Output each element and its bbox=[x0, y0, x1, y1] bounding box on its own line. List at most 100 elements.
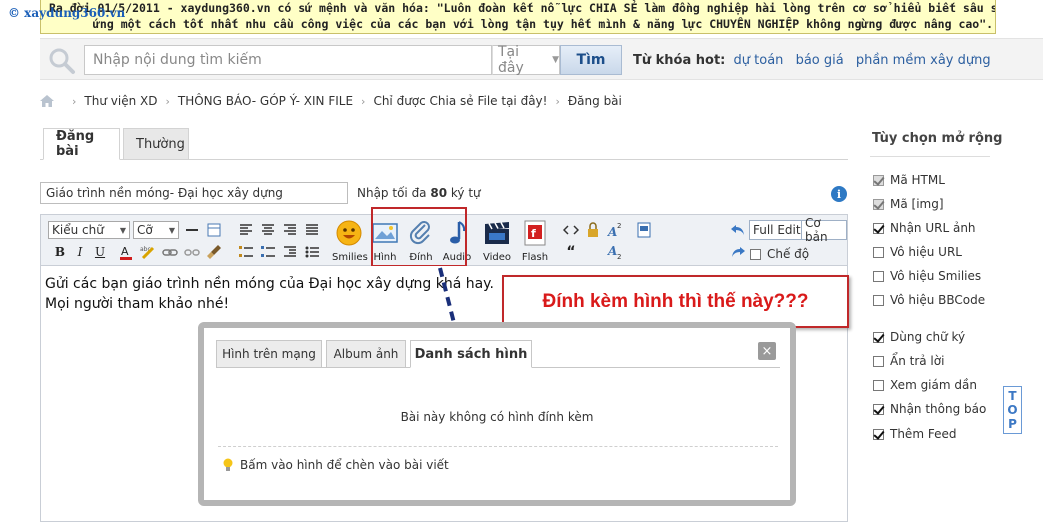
lightbulb-icon bbox=[223, 458, 233, 471]
table-icon[interactable] bbox=[205, 221, 223, 239]
back-to-top-button[interactable]: T O P bbox=[1003, 386, 1022, 434]
option-checkbox[interactable] bbox=[873, 403, 884, 415]
tab-post[interactable]: Đăng bài bbox=[43, 128, 120, 160]
hot-keyword-link[interactable]: dự toán bbox=[734, 53, 784, 68]
flash-icon: f bbox=[524, 220, 546, 246]
basic-button[interactable]: Cơ bản bbox=[801, 216, 847, 244]
tab-normal[interactable]: Thường bbox=[123, 128, 189, 160]
subscript-icon[interactable]: A2 bbox=[606, 243, 624, 261]
mode-checkbox[interactable] bbox=[750, 248, 761, 260]
announcement-banner: Ra đời 01/5/2011 - xaydung360.vn có sứ m… bbox=[40, 0, 996, 34]
option-hide-replies[interactable]: Ẩn trả lời bbox=[873, 354, 944, 368]
annotation-callout: Đính kèm hình thì thế này??? bbox=[502, 275, 849, 328]
option-html[interactable]: Mã HTML bbox=[873, 173, 945, 187]
option-label: Mã HTML bbox=[890, 173, 945, 187]
spellcheck-icon[interactable]: abc bbox=[139, 243, 157, 261]
option-checkbox[interactable] bbox=[873, 331, 884, 343]
breadcrumb-separator: › bbox=[555, 94, 560, 108]
breadcrumb-item[interactable]: Thư viện XD bbox=[84, 94, 157, 108]
breadcrumb-item[interactable]: Chỉ được Chia sẻ File tại đây! bbox=[373, 94, 547, 108]
svg-text:A: A bbox=[121, 245, 129, 258]
align-center-icon[interactable] bbox=[259, 221, 277, 239]
option-descending[interactable]: Xem giám dần bbox=[873, 378, 977, 392]
smilies-label: Smilies bbox=[332, 252, 368, 263]
align-justify-icon[interactable] bbox=[303, 221, 321, 239]
option-notifications[interactable]: Nhận thông báo bbox=[873, 402, 986, 416]
breadcrumb-item[interactable]: THÔNG BÁO- GÓP Ý- XIN FILE bbox=[178, 94, 353, 108]
italic-icon[interactable]: I bbox=[71, 243, 89, 261]
outdent-icon[interactable] bbox=[281, 243, 299, 261]
smilies-button[interactable]: Smilies bbox=[332, 219, 368, 263]
align-left-icon[interactable] bbox=[237, 221, 255, 239]
flash-button[interactable]: f Flash bbox=[518, 219, 552, 263]
font-size-label: Cỡ bbox=[137, 223, 153, 237]
word-paste-icon[interactable] bbox=[635, 221, 653, 239]
search-scope-select[interactable]: Tại đây ▼ bbox=[492, 44, 560, 76]
top-letter: T bbox=[1008, 389, 1017, 403]
text-color-icon[interactable]: A bbox=[117, 243, 135, 261]
chevron-down-icon: ▼ bbox=[168, 225, 175, 235]
quote-icon[interactable]: “ bbox=[562, 243, 580, 261]
option-checkbox[interactable] bbox=[873, 379, 884, 391]
option-use-signature[interactable]: Dùng chữ ký bbox=[873, 330, 965, 344]
home-icon[interactable] bbox=[40, 95, 54, 107]
hot-keyword-link[interactable]: phần mềm xây dựng bbox=[856, 53, 991, 68]
undo-icon[interactable] bbox=[729, 221, 747, 239]
search-button[interactable]: Tìm bbox=[560, 45, 622, 75]
post-title-input[interactable]: Giáo trình nền móng- Đại học xây dựng bbox=[40, 182, 348, 204]
redo-icon[interactable] bbox=[729, 243, 747, 261]
link-icon[interactable] bbox=[161, 243, 179, 261]
mode-toggle[interactable]: Chế độ bbox=[750, 247, 809, 261]
search-bar: Nhập nội dung tìm kiếm Tại đây ▼ Tìm Từ … bbox=[40, 38, 1043, 80]
option-checkbox[interactable] bbox=[873, 222, 884, 234]
option-disable-bbcode[interactable]: Vô hiệu BBCode bbox=[873, 293, 985, 307]
option-checkbox[interactable] bbox=[873, 270, 884, 282]
align-right-icon[interactable] bbox=[281, 221, 299, 239]
unordered-list-icon[interactable] bbox=[259, 243, 277, 261]
option-disable-url[interactable]: Vô hiệu URL bbox=[873, 245, 962, 259]
option-checkbox[interactable] bbox=[873, 198, 884, 210]
tab-web-image[interactable]: Hình trên mạng bbox=[216, 340, 322, 368]
close-icon: × bbox=[761, 343, 773, 359]
font-size-select[interactable]: Cỡ ▼ bbox=[133, 221, 179, 239]
code-icon[interactable] bbox=[562, 221, 580, 239]
lock-icon[interactable] bbox=[584, 221, 602, 239]
tab-image-list[interactable]: Danh sách hình bbox=[410, 340, 532, 368]
video-button[interactable]: Video bbox=[480, 219, 514, 263]
bold-icon[interactable]: B bbox=[51, 243, 69, 261]
option-label: Mã [img] bbox=[890, 197, 944, 211]
option-label: Vô hiệu BBCode bbox=[890, 293, 986, 307]
option-label: Dùng chữ ký bbox=[890, 330, 966, 344]
indent-icon[interactable] bbox=[303, 243, 321, 261]
option-get-image-url[interactable]: Nhận URL ảnh bbox=[873, 221, 976, 235]
hot-keyword-link[interactable]: báo giá bbox=[796, 53, 844, 68]
info-icon[interactable]: i bbox=[831, 186, 847, 202]
option-checkbox[interactable] bbox=[873, 174, 884, 186]
ordered-list-icon[interactable] bbox=[237, 243, 255, 261]
site-watermark: © xaydung360.vn bbox=[8, 6, 126, 20]
option-checkbox[interactable] bbox=[873, 428, 884, 440]
close-button[interactable]: × bbox=[758, 342, 776, 360]
full-edit-button[interactable]: Full Edit bbox=[749, 220, 805, 240]
search-input[interactable]: Nhập nội dung tìm kiếm bbox=[84, 45, 492, 75]
font-family-select[interactable]: Kiểu chữ ▼ bbox=[48, 221, 130, 239]
option-checkbox[interactable] bbox=[873, 355, 884, 367]
option-checkbox[interactable] bbox=[873, 294, 884, 306]
breadcrumb-separator: › bbox=[361, 94, 366, 108]
unlink-icon[interactable] bbox=[183, 243, 201, 261]
option-disable-smilies[interactable]: Vô hiệu Smilies bbox=[873, 269, 981, 283]
svg-text:f: f bbox=[531, 227, 536, 240]
clear-format-icon[interactable] bbox=[205, 243, 223, 261]
superscript-icon[interactable]: A2 bbox=[606, 221, 624, 239]
tab-album[interactable]: Album ảnh bbox=[326, 340, 406, 368]
mode-label: Chế độ bbox=[767, 247, 810, 261]
svg-text:2: 2 bbox=[617, 222, 621, 230]
search-icon[interactable] bbox=[48, 47, 76, 75]
option-add-feed[interactable]: Thêm Feed bbox=[873, 427, 956, 441]
horizontal-rule-icon[interactable] bbox=[183, 221, 201, 239]
title-hint-suffix: ký tự bbox=[447, 186, 481, 200]
dialog-tip: Bấm vào hình để chèn vào bài viết bbox=[222, 458, 449, 472]
option-img-code[interactable]: Mã [img] bbox=[873, 197, 944, 211]
underline-icon[interactable]: U bbox=[91, 243, 109, 261]
option-checkbox[interactable] bbox=[873, 246, 884, 258]
